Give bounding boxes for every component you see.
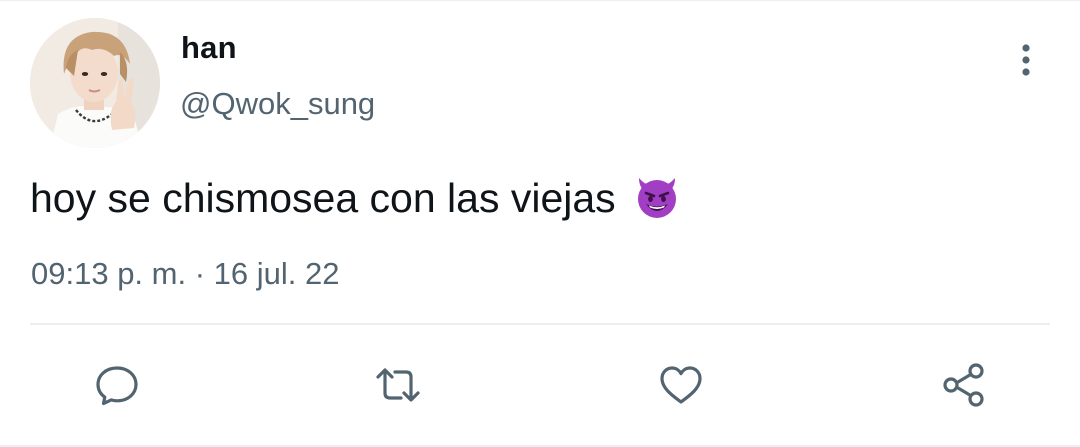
- retweet-icon: [376, 368, 420, 402]
- heart-icon: [660, 366, 702, 404]
- tweet-text: hoy se chismosea con las viejas: [30, 172, 681, 222]
- tweet-time: 09:13 p. m.: [31, 256, 187, 291]
- share-icon: [943, 363, 984, 407]
- share-button[interactable]: [938, 359, 990, 411]
- tweet-text-body: hoy se chismosea con las viejas: [30, 175, 616, 221]
- more-options-button[interactable]: [1010, 40, 1042, 80]
- username-handle[interactable]: @Qwok_sung: [180, 86, 375, 122]
- smiling-face-with-horns-icon: [638, 178, 677, 218]
- more-vertical-icon: [1022, 44, 1030, 76]
- top-border: [0, 0, 1080, 1]
- avatar[interactable]: [30, 18, 160, 148]
- reply-button[interactable]: [91, 359, 143, 411]
- display-name[interactable]: han: [181, 30, 237, 66]
- like-button[interactable]: [655, 359, 707, 411]
- tweet-timestamp[interactable]: 09:13 p. m. · 16 jul. 22: [31, 256, 340, 292]
- tweet-date: 16 jul. 22: [213, 256, 340, 291]
- divider: [30, 323, 1050, 325]
- retweet-button[interactable]: [372, 359, 424, 411]
- avatar-photo: [30, 18, 160, 148]
- reply-icon: [96, 366, 138, 406]
- timestamp-separator: ·: [194, 256, 206, 291]
